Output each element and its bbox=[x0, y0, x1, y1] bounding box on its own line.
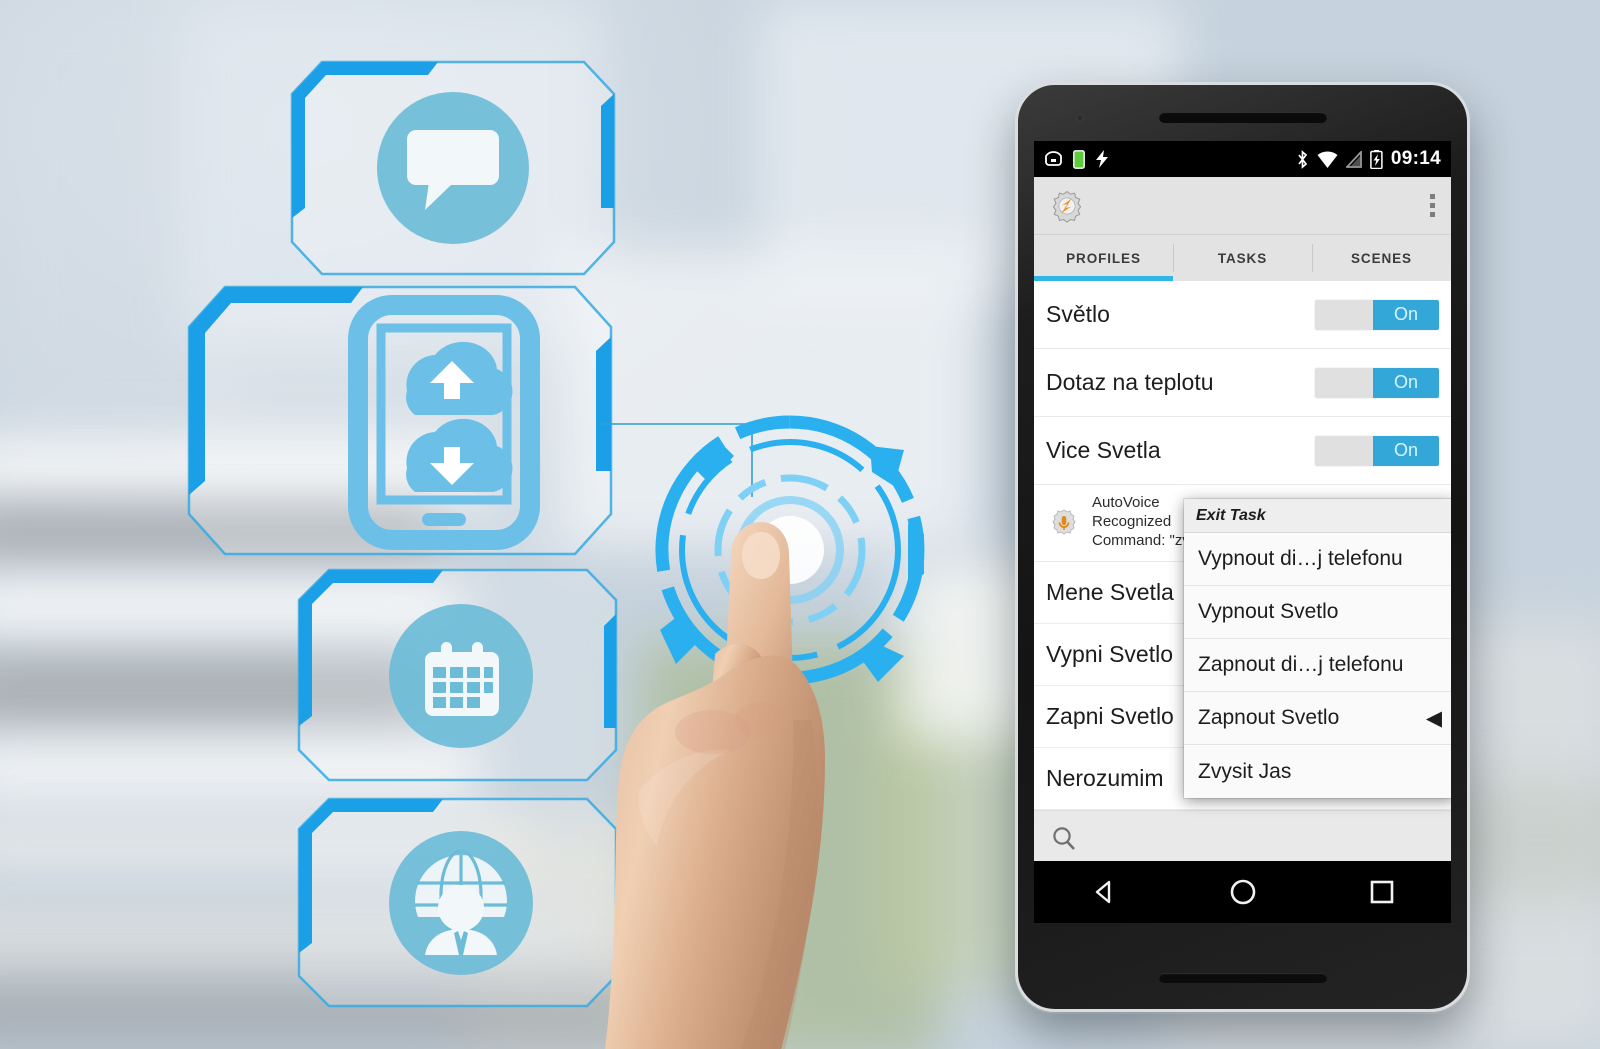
bluetooth-icon bbox=[1298, 149, 1308, 169]
menu-item-label: Vypnout di…j telefonu bbox=[1198, 547, 1403, 570]
home-nav-button[interactable] bbox=[1226, 875, 1260, 909]
menu-item-label: Zvysit Jas bbox=[1198, 759, 1292, 783]
menu-item-label: Vypnout Svetlo bbox=[1198, 600, 1339, 623]
profile-toggle[interactable]: On bbox=[1315, 367, 1439, 398]
back-nav-button[interactable] bbox=[1087, 875, 1121, 909]
menu-item[interactable]: Zvysit Jas bbox=[1184, 745, 1451, 798]
menu-item-label: Zapnout Svetlo bbox=[1198, 706, 1340, 729]
overflow-menu-icon[interactable] bbox=[1430, 194, 1435, 217]
search-icon[interactable] bbox=[1050, 825, 1078, 853]
profile-name: Vypni Svetlo bbox=[1046, 640, 1173, 667]
tab-profiles-label: PROFILES bbox=[1066, 250, 1141, 266]
toggle-state-label: On bbox=[1373, 299, 1439, 330]
battery-charging-icon bbox=[1370, 149, 1383, 169]
status-bar: 09:14 bbox=[1034, 141, 1451, 177]
hex-card-mobile-cloud[interactable] bbox=[185, 283, 615, 558]
menu-item[interactable]: Zapnout Svetlo ◀ bbox=[1184, 692, 1451, 745]
profile-name: Nerozumim bbox=[1046, 764, 1164, 791]
vpn-icon bbox=[1045, 151, 1062, 166]
profile-toggle[interactable]: On bbox=[1315, 435, 1439, 466]
menu-item[interactable]: Vypnout di…j telefonu bbox=[1184, 533, 1451, 586]
tab-tasks[interactable]: TASKS bbox=[1173, 235, 1312, 281]
toggle-state-label: On bbox=[1373, 367, 1439, 398]
screenshot-root: 09:14 PROFILES TASKS SCENES Světlo On Do… bbox=[0, 0, 1600, 1049]
recents-nav-button[interactable] bbox=[1365, 875, 1399, 909]
status-clock: 09:14 bbox=[1390, 148, 1441, 169]
tab-scenes[interactable]: SCENES bbox=[1312, 235, 1451, 281]
tab-tasks-label: TASKS bbox=[1217, 250, 1268, 266]
signal-none-icon bbox=[1345, 150, 1362, 168]
profile-row[interactable]: Vice Svetla On bbox=[1034, 417, 1451, 485]
smartphone-device: 09:14 PROFILES TASKS SCENES Světlo On Do… bbox=[1015, 82, 1470, 1012]
hex-card-chat[interactable] bbox=[288, 58, 618, 278]
android-nav-bar bbox=[1034, 861, 1451, 923]
popup-title: Exit Task bbox=[1184, 499, 1451, 533]
profile-name: Světlo bbox=[1046, 301, 1110, 327]
profiles-list: Světlo On Dotaz na teplotu On Vice Svetl… bbox=[1034, 281, 1451, 861]
autovoice-mic-icon bbox=[1052, 509, 1076, 535]
profile-row[interactable]: Dotaz na teplotu On bbox=[1034, 349, 1451, 417]
tab-profiles[interactable]: PROFILES bbox=[1034, 235, 1173, 281]
app-action-bar bbox=[1034, 177, 1451, 235]
profile-name: Vice Svetla bbox=[1046, 437, 1161, 463]
calendar-icon bbox=[425, 642, 499, 716]
submenu-caret-icon: ◀ bbox=[1425, 706, 1442, 730]
pointing-hand bbox=[565, 470, 895, 1049]
profile-name: Dotaz na teplotu bbox=[1046, 369, 1214, 395]
profile-name: Mene Svetla bbox=[1046, 578, 1174, 605]
profile-toggle[interactable]: On bbox=[1315, 299, 1439, 330]
battery-phone-icon bbox=[1073, 149, 1085, 169]
menu-item-label: Zapnout di…j telefonu bbox=[1198, 653, 1404, 676]
exit-task-popup-menu[interactable]: Exit Task Vypnout di…j telefonu Vypnout … bbox=[1184, 499, 1451, 798]
tab-bar: PROFILES TASKS SCENES bbox=[1034, 235, 1451, 281]
profile-name: Zapni Svetlo bbox=[1046, 702, 1174, 729]
menu-item[interactable]: Zapnout di…j telefonu bbox=[1184, 639, 1451, 692]
profile-row[interactable]: Světlo On bbox=[1034, 281, 1451, 349]
wifi-icon bbox=[1317, 150, 1338, 168]
front-camera-icon bbox=[1076, 114, 1084, 122]
charging-bolt-icon bbox=[1096, 150, 1108, 168]
tab-scenes-label: SCENES bbox=[1351, 250, 1412, 266]
menu-item[interactable]: Vypnout Svetlo bbox=[1184, 586, 1451, 639]
tasker-gear-icon bbox=[1052, 190, 1082, 223]
search-bar[interactable] bbox=[1034, 809, 1451, 861]
toggle-state-label: On bbox=[1373, 435, 1439, 466]
phone-screen: 09:14 PROFILES TASKS SCENES Světlo On Do… bbox=[1034, 141, 1451, 923]
